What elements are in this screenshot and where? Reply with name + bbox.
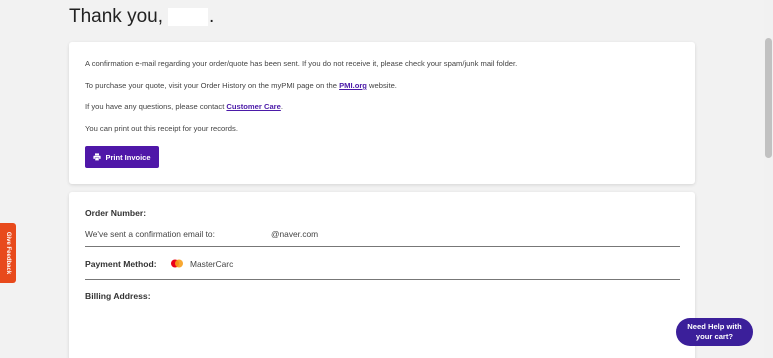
thank-you-prefix: Thank you,: [69, 6, 163, 27]
print-invoice-label: Print Invoice: [105, 152, 151, 162]
pmi-org-link[interactable]: PMI.org: [339, 81, 367, 90]
purchase-quote-prefix: To purchase your quote, visit your Order…: [85, 81, 340, 90]
customer-care-link[interactable]: Customer Care: [226, 102, 280, 111]
email-sent-label: We've sent a confirmation email to:: [85, 229, 215, 239]
order-details-card: Order Number: We've sent a confirmation …: [69, 192, 695, 358]
payment-method-value: MasterCarc: [190, 259, 234, 269]
purchase-quote-suffix: website.: [366, 81, 397, 90]
print-invoice-button[interactable]: Print Invoice: [85, 146, 159, 168]
thank-you-suffix: .: [209, 6, 215, 27]
confirmation-card: A confirmation e-mail regarding your ord…: [69, 42, 695, 184]
contact-prefix: If you have any questions, please contac…: [85, 102, 227, 111]
feedback-label: Give Feedback: [5, 231, 12, 275]
divider: [85, 279, 680, 280]
email-domain: @naver.com: [271, 229, 319, 239]
redacted-email: [249, 229, 271, 240]
print-icon: [93, 153, 102, 161]
divider: [85, 246, 680, 247]
help-chat-button[interactable]: Need Help with your cart?: [676, 318, 753, 346]
help-chat-line2: your cart?: [695, 332, 734, 341]
contact-suffix: .: [280, 102, 283, 111]
confirmation-message: A confirmation e-mail regarding your ord…: [85, 59, 518, 68]
order-number-label: Order Number:: [85, 208, 147, 218]
help-chat-line1: Need Help with: [687, 322, 742, 331]
purchase-quote-message: To purchase your quote, visit your Order…: [85, 81, 397, 90]
print-receipt-message: You can print out this receipt for your …: [85, 124, 238, 133]
payment-method-label: Payment Method:: [85, 259, 157, 269]
mastercard-icon: [171, 259, 183, 268]
give-feedback-tab[interactable]: Give Feedback: [0, 223, 16, 283]
email-value: @naver.com: [249, 229, 318, 240]
billing-address-label: Billing Address:: [85, 291, 151, 301]
redacted-name: [168, 8, 208, 26]
contact-message: If you have any questions, please contac…: [85, 102, 283, 111]
scrollbar[interactable]: [764, 0, 773, 358]
page-title: Thank you, .: [69, 6, 214, 28]
scrollbar-thumb[interactable]: [765, 38, 772, 158]
